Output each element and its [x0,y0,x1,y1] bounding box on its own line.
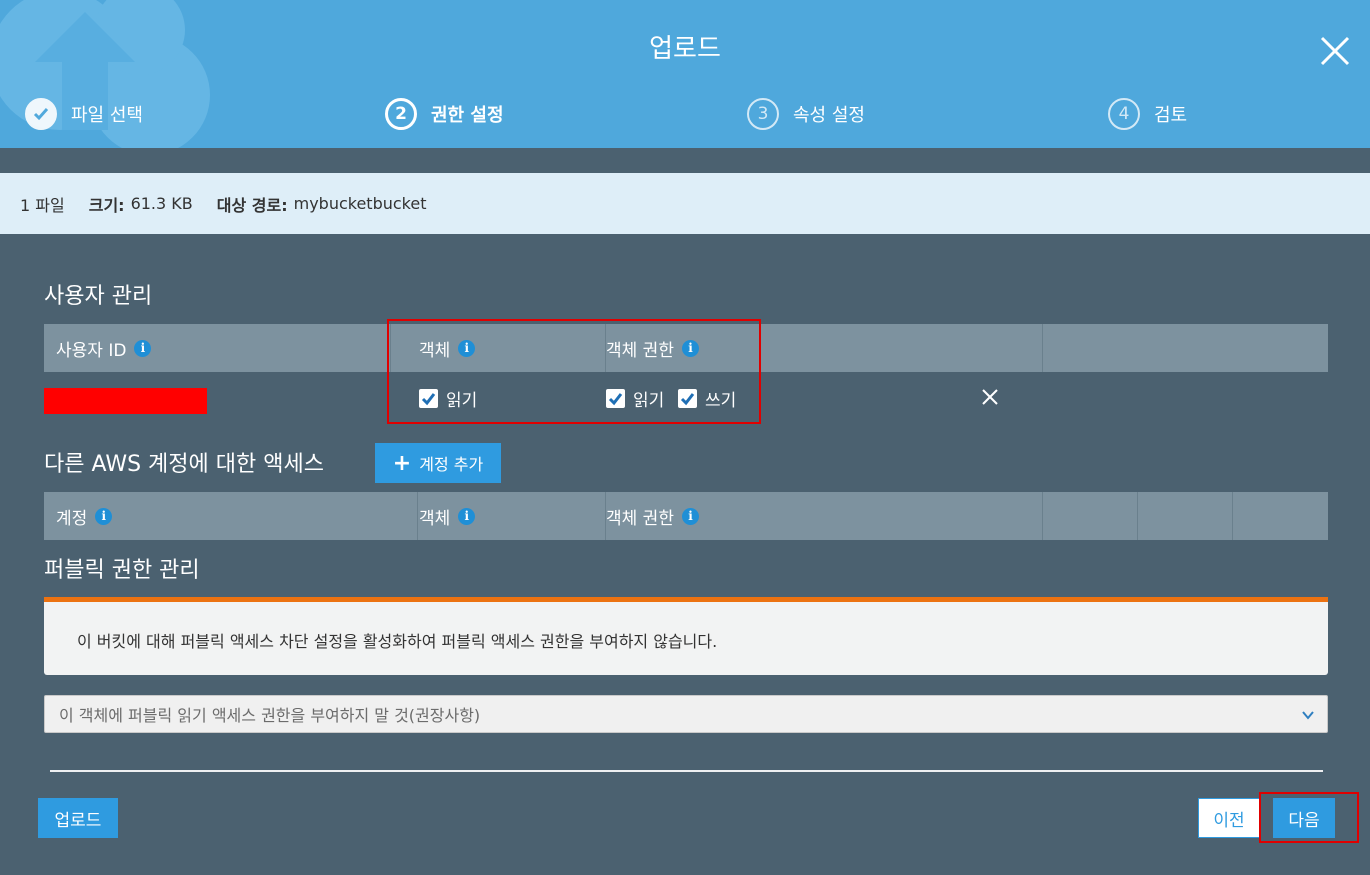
file-count: 1 파일 [20,195,65,215]
column-label: 객체 권한 [606,508,674,529]
step-label: 파일 선택 [71,105,143,126]
check-circle-icon [25,98,57,130]
step-set-permissions[interactable]: 2 권한 설정 [385,97,504,131]
remove-user-icon[interactable] [981,388,999,406]
column-label: 계정 [56,508,88,529]
column-user-id: 사용자 ID i [56,324,152,372]
public-access-alert: 이 버킷에 대해 퍼블릭 액세스 차단 설정을 활성화하여 퍼블릭 액세스 권한… [44,597,1328,675]
step-label: 속성 설정 [793,105,865,126]
step-number: 3 [747,98,779,130]
step-number: 4 [1108,98,1140,130]
step-label: 검토 [1154,105,1188,126]
size-value: 61.3 KB [130,194,193,213]
user-management-title: 사용자 관리 [44,284,153,309]
step-set-properties[interactable]: 3 속성 설정 [747,97,865,131]
select-value: 이 객체에 퍼블릭 읽기 액세스 권한을 부여하지 말 것(권장사항) [59,706,481,725]
column-label: 사용자 ID [56,340,127,361]
info-icon[interactable]: i [681,507,699,525]
column-label: 객체 [419,508,451,529]
size-label: 크기: [88,195,125,215]
info-icon[interactable]: i [134,339,152,357]
plus-icon: + [392,450,412,476]
target-value: mybucketbucket [293,194,427,213]
public-permission-select[interactable]: 이 객체에 퍼블릭 읽기 액세스 권한을 부여하지 말 것(권장사항) [44,695,1328,733]
dialog-title: 업로드 [649,34,721,64]
column-divider [417,492,418,540]
other-accounts-title: 다른 AWS 계정에 대한 액세스 [44,452,324,477]
redacted-user-id [44,388,207,414]
chevron-down-icon [1302,711,1314,720]
highlight-box-permissions [387,319,761,424]
info-icon[interactable]: i [95,507,113,525]
highlight-box-next [1259,792,1359,843]
close-icon[interactable] [1318,34,1352,68]
add-account-label: 계정 추가 [419,455,484,474]
column-divider [1232,492,1233,540]
upload-summary-bar: 1 파일 크기: 61.3 KB 대상 경로: mybucketbucket [0,173,1370,234]
alert-text: 이 버킷에 대해 퍼블릭 액세스 차단 설정을 활성화하여 퍼블릭 액세스 권한… [77,632,718,651]
upload-button[interactable]: 업로드 [38,798,118,838]
column-divider [1137,492,1138,540]
accounts-table-header: 계정 i 객체 i 객체 권한 i [44,492,1328,540]
step-number: 2 [385,98,417,130]
column-divider [1042,324,1043,372]
column-account: 계정 i [56,492,113,540]
column-object-permissions: 객체 권한 i [606,492,699,540]
dialog-header: 업로드 파일 선택 2 권한 설정 3 속성 설정 4 검토 [0,0,1370,148]
public-permissions-title: 퍼블릭 권한 관리 [44,558,200,583]
step-select-files[interactable]: 파일 선택 [25,97,143,131]
step-review[interactable]: 4 검토 [1108,97,1187,131]
step-label: 권한 설정 [431,105,504,126]
previous-button[interactable]: 이전 [1198,798,1260,838]
footer-divider [50,770,1323,772]
add-account-button[interactable]: + 계정 추가 [375,443,501,483]
column-divider [1042,492,1043,540]
column-object: 객체 i [419,492,476,540]
info-icon[interactable]: i [458,507,476,525]
target-label: 대상 경로: [216,195,288,215]
